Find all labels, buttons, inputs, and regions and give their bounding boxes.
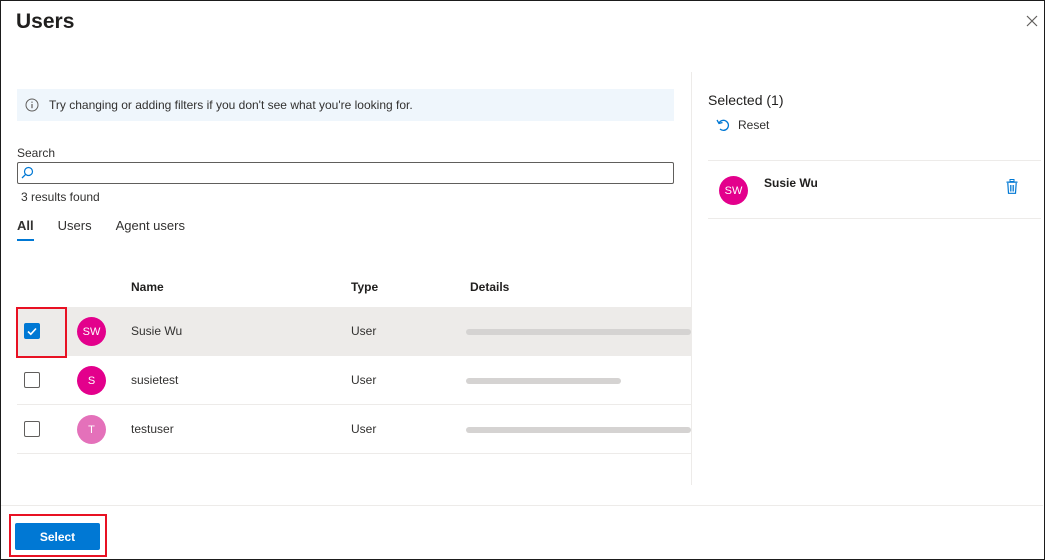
column-header-type[interactable]: Type xyxy=(351,280,378,294)
search-box[interactable] xyxy=(17,162,674,184)
tab-users[interactable]: Users xyxy=(58,218,92,241)
table-header: Name Type Details xyxy=(17,268,691,306)
reset-button[interactable]: Reset xyxy=(716,118,769,132)
user-type: User xyxy=(351,373,377,387)
highlight-callout xyxy=(16,307,67,358)
info-bar: Try changing or adding filters if you do… xyxy=(17,89,674,121)
delete-icon[interactable] xyxy=(1006,179,1018,199)
redacted-details xyxy=(466,378,621,384)
info-text: Try changing or adding filters if you do… xyxy=(49,98,413,112)
avatar: S xyxy=(77,366,106,395)
search-label: Search xyxy=(17,146,56,160)
column-header-name[interactable]: Name xyxy=(131,280,164,294)
table-row[interactable]: T testuser User xyxy=(17,405,691,454)
tab-all[interactable]: All xyxy=(17,218,34,241)
tab-list: All Users Agent users xyxy=(17,218,209,241)
selected-title: Selected (1) xyxy=(708,92,784,108)
user-name: Susie Wu xyxy=(131,324,183,338)
table-row[interactable]: SW Susie Wu User xyxy=(17,307,691,356)
reset-label: Reset xyxy=(738,118,770,132)
user-name: testuser xyxy=(131,422,174,436)
selected-user-name: Susie Wu xyxy=(764,176,818,190)
undo-icon xyxy=(716,119,729,131)
table-row[interactable]: S susietest User xyxy=(17,356,691,405)
search-icon xyxy=(21,166,34,179)
row-checkbox[interactable] xyxy=(24,372,40,388)
redacted-details xyxy=(466,427,691,433)
panel-divider xyxy=(691,72,692,485)
avatar: SW xyxy=(719,176,748,205)
search-input[interactable] xyxy=(38,164,672,184)
avatar: T xyxy=(77,415,106,444)
user-type: User xyxy=(351,324,377,338)
results-count: 3 results found xyxy=(21,190,100,204)
avatar: SW xyxy=(77,317,106,346)
user-name: susietest xyxy=(131,373,179,387)
selected-item: SW Susie Wu xyxy=(708,160,1041,219)
close-icon[interactable] xyxy=(1025,14,1041,30)
dialog-title: Users xyxy=(16,10,75,33)
info-icon xyxy=(25,98,39,112)
footer-divider xyxy=(1,505,1043,506)
tab-agent-users[interactable]: Agent users xyxy=(116,218,185,241)
redacted-details xyxy=(466,329,691,335)
row-checkbox[interactable] xyxy=(24,421,40,437)
column-header-details[interactable]: Details xyxy=(470,280,509,294)
highlight-callout xyxy=(9,514,107,557)
user-type: User xyxy=(351,422,377,436)
